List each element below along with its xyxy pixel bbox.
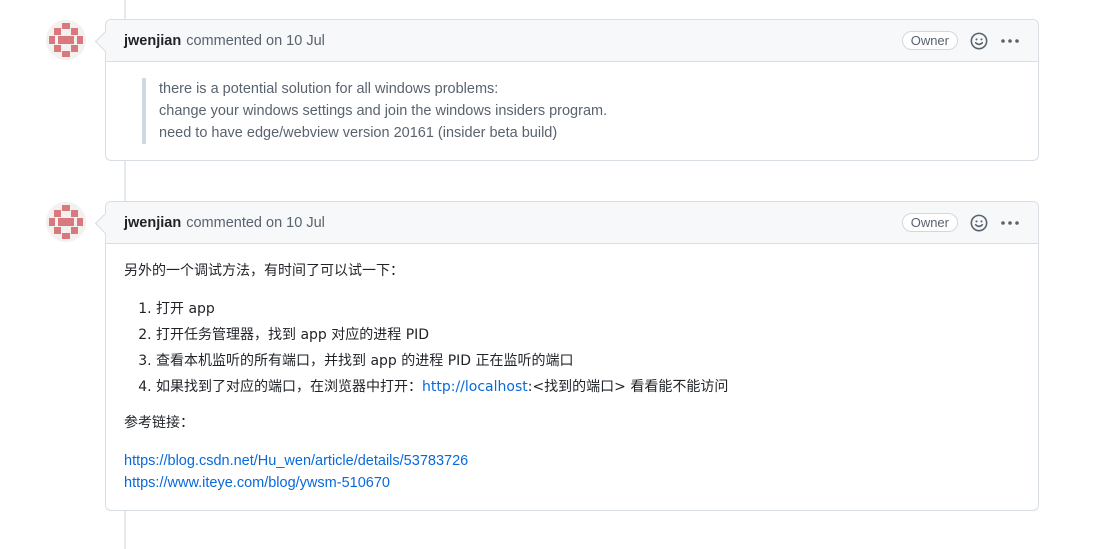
comment-options-button[interactable]	[1000, 215, 1020, 231]
identicon-icon	[46, 202, 86, 242]
add-reaction-button[interactable]	[970, 32, 988, 50]
comment-author[interactable]: jwenjian	[124, 33, 181, 49]
comment-box: jwenjian commented on 10 Jul Owner	[105, 201, 1039, 511]
comment-header: jwenjian commented on 10 Jul Owner	[106, 202, 1038, 244]
kebab-horizontal-icon	[1001, 38, 1019, 43]
comment-body: there is a potential solution for all wi…	[106, 62, 1038, 160]
kebab-horizontal-icon	[1001, 220, 1019, 225]
comment-timestamp[interactable]: commented on 10 Jul	[186, 33, 325, 49]
quote-line: need to have edge/webview version 20161 …	[159, 125, 558, 141]
list-item: 打开 app	[156, 298, 1020, 320]
localhost-link[interactable]: http://localhost	[422, 379, 528, 395]
comment-options-button[interactable]	[1000, 33, 1020, 49]
list-item: 如果找到了对应的端口，在浏览器中打开：http://localhost:<找到的…	[156, 376, 1020, 398]
issue-timeline: jwenjian commented on 10 Jul Owner there…	[0, 0, 1102, 549]
comment-body: 另外的一个调试方法，有时间了可以试一下： 打开 app 打开任务管理器，找到 a…	[106, 244, 1038, 510]
smiley-icon	[970, 214, 988, 231]
list-item: 打开任务管理器，找到 app 对应的进程 PID	[156, 324, 1020, 346]
avatar[interactable]	[46, 202, 86, 242]
references-label: 参考链接：	[124, 415, 194, 431]
reference-links: https://blog.csdn.net/Hu_wen/article/det…	[124, 450, 1020, 494]
smiley-icon	[970, 32, 988, 49]
comment-intro: 另外的一个调试方法，有时间了可以试一下：	[124, 263, 404, 279]
step4-suffix: :<找到的端口> 看看能不能访问	[527, 379, 729, 395]
comment-author[interactable]: jwenjian	[124, 215, 181, 231]
reference-link-iteye[interactable]: https://www.iteye.com/blog/ywsm-510670	[124, 472, 1020, 494]
owner-badge: Owner	[901, 31, 958, 50]
avatar[interactable]	[46, 20, 86, 60]
add-reaction-button[interactable]	[970, 214, 988, 232]
step4-prefix: 如果找到了对应的端口，在浏览器中打开：	[156, 379, 422, 395]
comment-timestamp[interactable]: commented on 10 Jul	[186, 215, 325, 231]
quote-line: there is a potential solution for all wi…	[159, 81, 499, 97]
blockquote: there is a potential solution for all wi…	[142, 78, 1020, 144]
comment-header: jwenjian commented on 10 Jul Owner	[106, 20, 1038, 62]
quote-line: change your windows settings and join th…	[159, 103, 608, 119]
reference-link-csdn[interactable]: https://blog.csdn.net/Hu_wen/article/det…	[124, 450, 1020, 472]
identicon-icon	[46, 20, 86, 60]
comment-box: jwenjian commented on 10 Jul Owner	[105, 19, 1039, 161]
owner-badge: Owner	[901, 213, 958, 232]
steps-list: 打开 app 打开任务管理器，找到 app 对应的进程 PID 查看本机监听的所…	[124, 298, 1020, 398]
list-item: 查看本机监听的所有端口，并找到 app 的进程 PID 正在监听的端口	[156, 350, 1020, 372]
